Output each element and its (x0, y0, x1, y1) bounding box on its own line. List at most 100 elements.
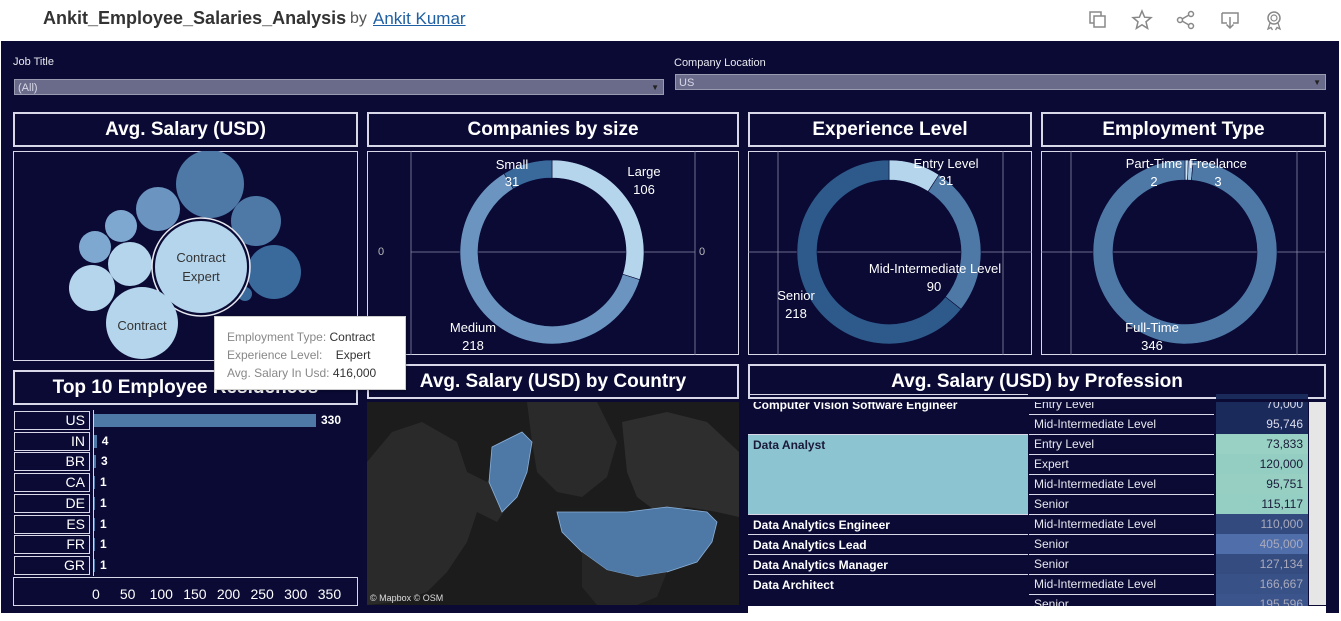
job-title-value: (All) (18, 82, 38, 94)
large-value: 106 (633, 182, 655, 197)
avg-salary-title: Avg. Salary (USD) (13, 112, 358, 147)
map-svg (367, 402, 739, 605)
axis-zero-left: 0 (378, 246, 385, 258)
star-icon[interactable] (1131, 9, 1153, 31)
bubble[interactable] (79, 231, 111, 263)
experience-cell: Mid-Intermediate Level (1029, 414, 1214, 435)
full-time-value: 346 (1141, 338, 1163, 353)
bubble[interactable] (105, 210, 137, 242)
chevron-down-icon: ▼ (651, 83, 659, 92)
by-country-title: Avg. Salary (USD) by Country (367, 364, 739, 399)
tooltip-key: Employment Type: (227, 330, 327, 344)
medium-value: 218 (462, 338, 484, 353)
country-code-label: IN (14, 431, 90, 451)
tooltip-value: 416,000 (332, 366, 377, 380)
experience-level-title: Experience Level (748, 112, 1032, 147)
share-icon[interactable] (1175, 9, 1197, 31)
experience-cell: Expert (1029, 454, 1214, 475)
bar[interactable] (94, 455, 97, 469)
profession-cell: Data Analytics Engineer (748, 514, 1028, 535)
profession-cell: Data Analytics Manager (748, 554, 1028, 575)
company-location-select[interactable]: US ▼ (675, 74, 1326, 90)
bubble-label: Expert (182, 269, 220, 284)
profession-cell: Data Architect (748, 574, 1028, 595)
bar[interactable] (94, 496, 95, 510)
experience-cell: Senior (1029, 534, 1214, 555)
job-title-select[interactable]: (All) ▼ (14, 79, 664, 95)
top-bar: Ankit_Employee_Salaries_Analysis by Anki… (0, 0, 1341, 40)
country-code-label: ES (14, 514, 90, 534)
salary-cell: 70,000 (1216, 394, 1308, 414)
bubble[interactable] (108, 242, 152, 286)
bar[interactable] (94, 414, 316, 427)
large-label: Large (627, 164, 661, 179)
part-time-label: Part-Time (1125, 156, 1183, 171)
bar-value-label: 3 (101, 454, 108, 469)
employment-type-title: Employment Type (1041, 112, 1326, 147)
x-tick-label: 200 (216, 586, 241, 602)
bar-value-label: 1 (100, 475, 107, 490)
bar-value-label: 4 (101, 433, 109, 448)
bar[interactable] (94, 517, 95, 531)
experience-cell: Entry Level (1029, 434, 1214, 455)
x-tick-label: 350 (317, 586, 342, 602)
workbook-title: Ankit_Employee_Salaries_Analysis (43, 8, 347, 28)
x-tick-label: 150 (183, 586, 207, 602)
salary-cell: 73,833 (1216, 434, 1308, 454)
bar-value-label: 1 (100, 495, 107, 510)
bar[interactable] (94, 538, 95, 552)
medium-label: Medium (449, 320, 497, 335)
salary-cell: 95,751 (1216, 474, 1308, 494)
badge-icon[interactable] (1263, 9, 1285, 31)
map-region-us[interactable] (556, 506, 718, 578)
bar[interactable] (94, 434, 97, 448)
x-tick-label: 0 (92, 586, 100, 602)
author-link[interactable]: Ankit Kumar (373, 9, 466, 29)
table-top-clip (748, 399, 1326, 402)
entry-level-label: Entry Level (913, 156, 979, 171)
salary-cell: 120,000 (1216, 454, 1308, 474)
bubble[interactable] (69, 265, 115, 311)
experience-cell: Entry Level (1029, 394, 1214, 415)
bubble[interactable] (247, 245, 301, 299)
x-tick-label: 250 (250, 586, 274, 602)
bubble-label: Contract (117, 318, 167, 333)
tooltip-key: Experience Level: (227, 348, 323, 362)
y-axis-line (93, 410, 94, 576)
company-location-label: Company Location (674, 57, 766, 69)
freelance-value: 3 (1214, 174, 1222, 189)
table-bottom-clip (748, 606, 1326, 621)
salary-cell: 95,746 (1216, 414, 1308, 434)
experience-cell: Senior (1029, 554, 1214, 575)
country-code-label: CA (14, 473, 90, 493)
experience-donut-chart (748, 151, 1032, 355)
download-icon[interactable] (1219, 9, 1241, 31)
profession-cell: Computer Vision Software Engineer (748, 394, 1028, 415)
full-time-label: Full-Time (1125, 320, 1179, 335)
country-code-label: DE (14, 493, 90, 513)
bar[interactable] (94, 476, 95, 490)
small-value: 31 (504, 174, 520, 189)
tooltip-value: Expert (335, 348, 371, 362)
freelance-label: Freelance (1189, 156, 1247, 171)
table-scrollbar[interactable] (1309, 402, 1326, 605)
salary-cell: 110,000 (1216, 514, 1308, 534)
bar-value-label: 330 (321, 413, 342, 427)
bubble[interactable] (136, 187, 180, 231)
experience-cell: Mid-Intermediate Level (1029, 574, 1214, 595)
entry-level-value: 31 (938, 173, 954, 188)
salary-cell: 405,000 (1216, 534, 1308, 554)
mid-level-label: Mid-Intermediate Level (868, 261, 1002, 276)
senior-label: Senior (777, 288, 815, 303)
axis-zero-right: 0 (699, 246, 706, 258)
experience-cell: Mid-Intermediate Level (1029, 474, 1214, 495)
country-code-label: US (14, 411, 90, 430)
bar-value-label: 1 (100, 516, 107, 531)
map[interactable]: © Mapbox © OSM (367, 402, 739, 605)
map-attribution: © Mapbox © OSM (370, 593, 444, 603)
bar-value-label: 1 (100, 557, 107, 572)
profession-cell: Data Analyst (748, 434, 1028, 455)
bar[interactable] (94, 558, 95, 572)
duplicate-icon[interactable] (1087, 9, 1109, 31)
bubble[interactable] (176, 151, 244, 218)
